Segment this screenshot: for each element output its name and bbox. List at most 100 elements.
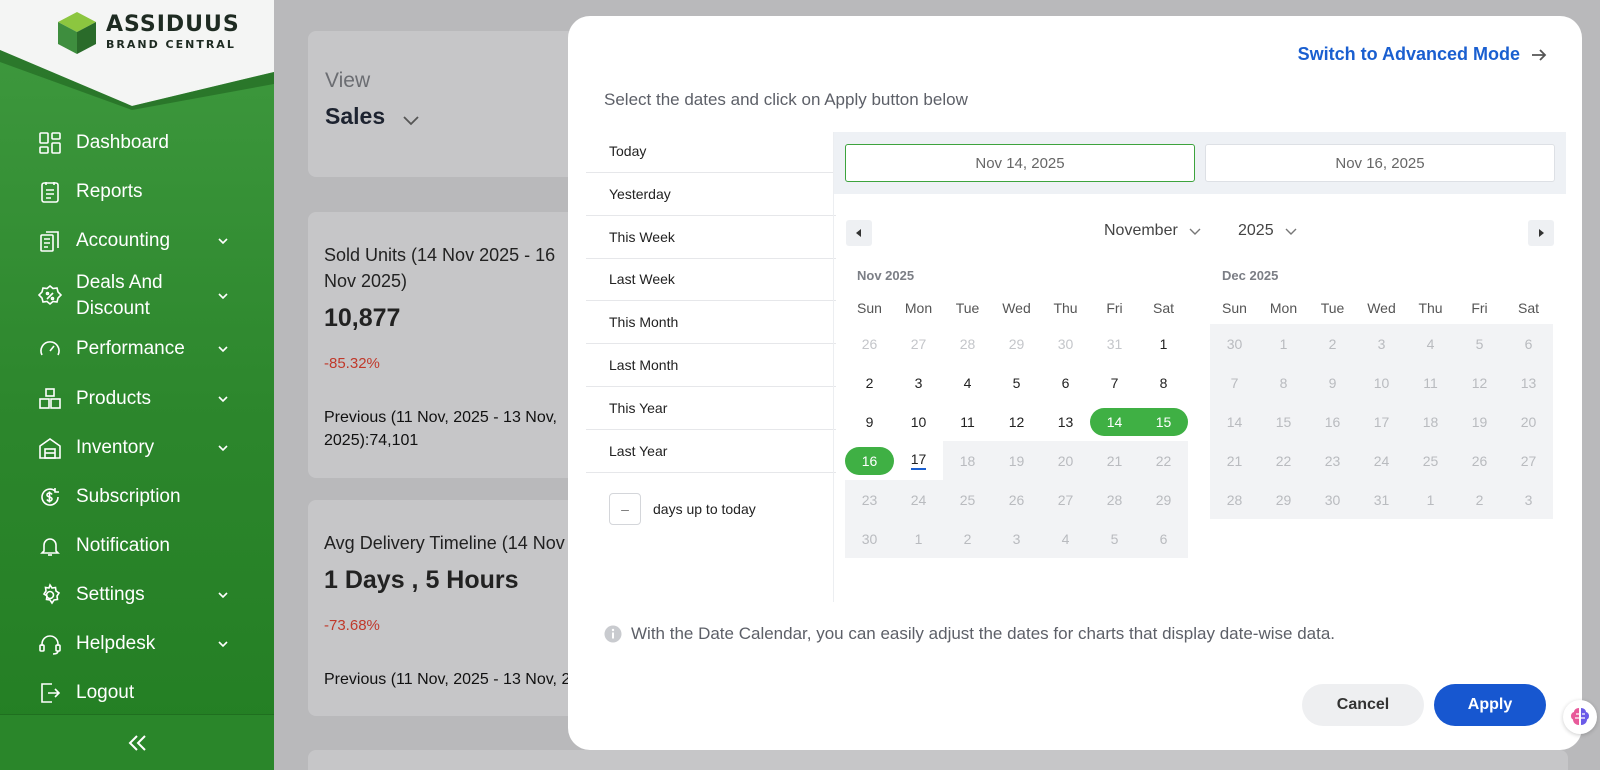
preset-this-month[interactable]: This Month	[586, 301, 836, 344]
calendar-day[interactable]: 1	[1139, 324, 1188, 363]
weekday-label: Fri	[1106, 300, 1123, 316]
calendar-day: 3	[1357, 324, 1406, 363]
sidebar-item-helpdesk[interactable]: Helpdesk	[38, 631, 238, 657]
next-month-button[interactable]	[1528, 220, 1554, 246]
triangle-left-icon	[856, 229, 861, 237]
sidebar: ASSIDUUS BRAND CENTRAL Dashboard Reports…	[0, 0, 274, 770]
calendar-day-selected[interactable]: 15	[1139, 408, 1188, 436]
chevron-down-icon	[218, 346, 228, 353]
end-date-input[interactable]: Nov 16, 2025	[1205, 144, 1555, 182]
calendar-day: 22	[1259, 441, 1308, 480]
sidebar-item-products[interactable]: Products	[38, 386, 238, 412]
calendar-day-selected[interactable]: 14	[1090, 408, 1139, 436]
instruction-text: Select the dates and click on Apply butt…	[604, 90, 968, 109]
sidebar-item-label: Deals And Discount	[76, 272, 163, 319]
chevron-down-icon	[218, 396, 228, 403]
info-note: With the Date Calendar, you can easily a…	[604, 624, 1335, 644]
calendar-day[interactable]: 9	[845, 402, 894, 441]
sidebar-item-dashboard[interactable]: Dashboard	[38, 130, 238, 156]
sidebar-item-logout[interactable]: Logout	[38, 680, 238, 706]
sidebar-item-settings[interactable]: Settings	[38, 582, 238, 608]
month-select[interactable]: November	[1104, 222, 1202, 240]
sidebar-item-reports[interactable]: Reports	[38, 179, 238, 205]
sidebar-item-deals-and-discount[interactable]: Deals And Discount	[38, 270, 238, 322]
days-input[interactable]: –	[609, 493, 641, 525]
logout-icon	[41, 683, 61, 703]
ai-assistant-button[interactable]	[1563, 700, 1597, 734]
preset-last-year[interactable]: Last Year	[586, 430, 836, 473]
logo[interactable]: ASSIDUUS BRAND CENTRAL	[0, 0, 274, 110]
preset-last-week[interactable]: Last Week	[586, 258, 836, 301]
calendar-day: 29	[1139, 480, 1188, 519]
chevron-down-icon	[218, 238, 228, 245]
sold-units-card: Sold Units (14 Nov 2025 - 16 Nov 2025) 1…	[308, 212, 588, 478]
view-select[interactable]: Sales	[325, 103, 385, 130]
calendar-day[interactable]: 31	[1090, 324, 1139, 363]
weekday-label: Mon	[1269, 300, 1298, 316]
headset-icon	[39, 635, 61, 655]
calendar-day: 21	[1210, 441, 1259, 480]
sidebar-item-label: Dashboard	[76, 132, 169, 153]
calendar-day: 30	[845, 519, 894, 558]
view-card: View Sales	[308, 31, 588, 177]
calendar-day[interactable]: 6	[1041, 363, 1090, 402]
sidebar-item-subscription[interactable]: Subscription	[38, 484, 238, 510]
calendar-day-today[interactable]: 17	[894, 441, 943, 480]
calendar-day: 20	[1504, 402, 1553, 441]
calendar-day[interactable]: 27	[894, 324, 943, 363]
calendar-day[interactable]: 28	[943, 324, 992, 363]
double-chevron-left-icon[interactable]	[125, 731, 149, 755]
sidebar-item-inventory[interactable]: Inventory	[38, 435, 238, 461]
calendar-day: 11	[1406, 363, 1455, 402]
year-select[interactable]: 2025	[1238, 222, 1298, 240]
sidebar-item-notification[interactable]: Notification	[38, 533, 238, 559]
calendar-day: 23	[845, 480, 894, 519]
start-date-input[interactable]: Nov 14, 2025	[845, 144, 1195, 182]
dashboard-icon	[39, 132, 61, 154]
apply-button[interactable]: Apply	[1434, 684, 1546, 726]
weekday-label: Sat	[1152, 300, 1174, 316]
subscription-icon	[41, 488, 59, 506]
sidebar-item-performance[interactable]: Performance	[38, 336, 238, 362]
calendar-day[interactable]: 10	[894, 402, 943, 441]
calendar-day: 9	[1308, 363, 1357, 402]
chevron-down-icon[interactable]	[400, 109, 422, 131]
preset-this-year[interactable]: This Year	[586, 387, 836, 430]
calendar-day: 7	[1210, 363, 1259, 402]
calendar-day[interactable]: 26	[845, 324, 894, 363]
calendar-day[interactable]: 13	[1041, 402, 1090, 441]
calendar-day: 30	[1308, 480, 1357, 519]
calendar-day[interactable]: 11	[943, 402, 992, 441]
calendar-day[interactable]: 2	[845, 363, 894, 402]
calendar-day-selected[interactable]: 16	[845, 447, 894, 475]
cancel-button[interactable]: Cancel	[1302, 684, 1424, 726]
calendar-day: 26	[1455, 441, 1504, 480]
calendar-day[interactable]: 8	[1139, 363, 1188, 402]
calendar-day: 22	[1139, 441, 1188, 480]
calendar-day[interactable]: 30	[1041, 324, 1090, 363]
preset-yesterday[interactable]: Yesterday	[586, 173, 836, 216]
preset-today[interactable]: Today	[586, 130, 836, 173]
calendar-day[interactable]: 12	[992, 402, 1041, 441]
switch-advanced-mode-link[interactable]: Switch to Advanced Mode	[1298, 44, 1548, 65]
days-input-label: days up to today	[653, 501, 756, 517]
sidebar-item-accounting[interactable]: Accounting	[38, 228, 238, 254]
calendar-day[interactable]: 5	[992, 363, 1041, 402]
calendar-day[interactable]: 7	[1090, 363, 1139, 402]
preset-this-week[interactable]: This Week	[586, 216, 836, 259]
stat-previous: Previous (11 Nov, 2025 - 13 Nov, 2025):7…	[324, 409, 557, 449]
calendar-day: 27	[1504, 441, 1553, 480]
prev-month-button[interactable]	[846, 220, 872, 246]
calendar-day[interactable]: 29	[992, 324, 1041, 363]
chevron-down-icon	[218, 445, 228, 452]
calendar-day: 10	[1357, 363, 1406, 402]
calendar-day: 20	[1041, 441, 1090, 480]
calendar-day[interactable]: 3	[894, 363, 943, 402]
calendar-day: 1	[1259, 324, 1308, 363]
calendar-day: 2	[1455, 480, 1504, 519]
calendar-day[interactable]: 4	[943, 363, 992, 402]
calendar-day: 5	[1455, 324, 1504, 363]
chevron-down-icon	[218, 293, 228, 300]
sidebar-item-label: Settings	[76, 584, 145, 605]
preset-last-month[interactable]: Last Month	[586, 344, 836, 387]
